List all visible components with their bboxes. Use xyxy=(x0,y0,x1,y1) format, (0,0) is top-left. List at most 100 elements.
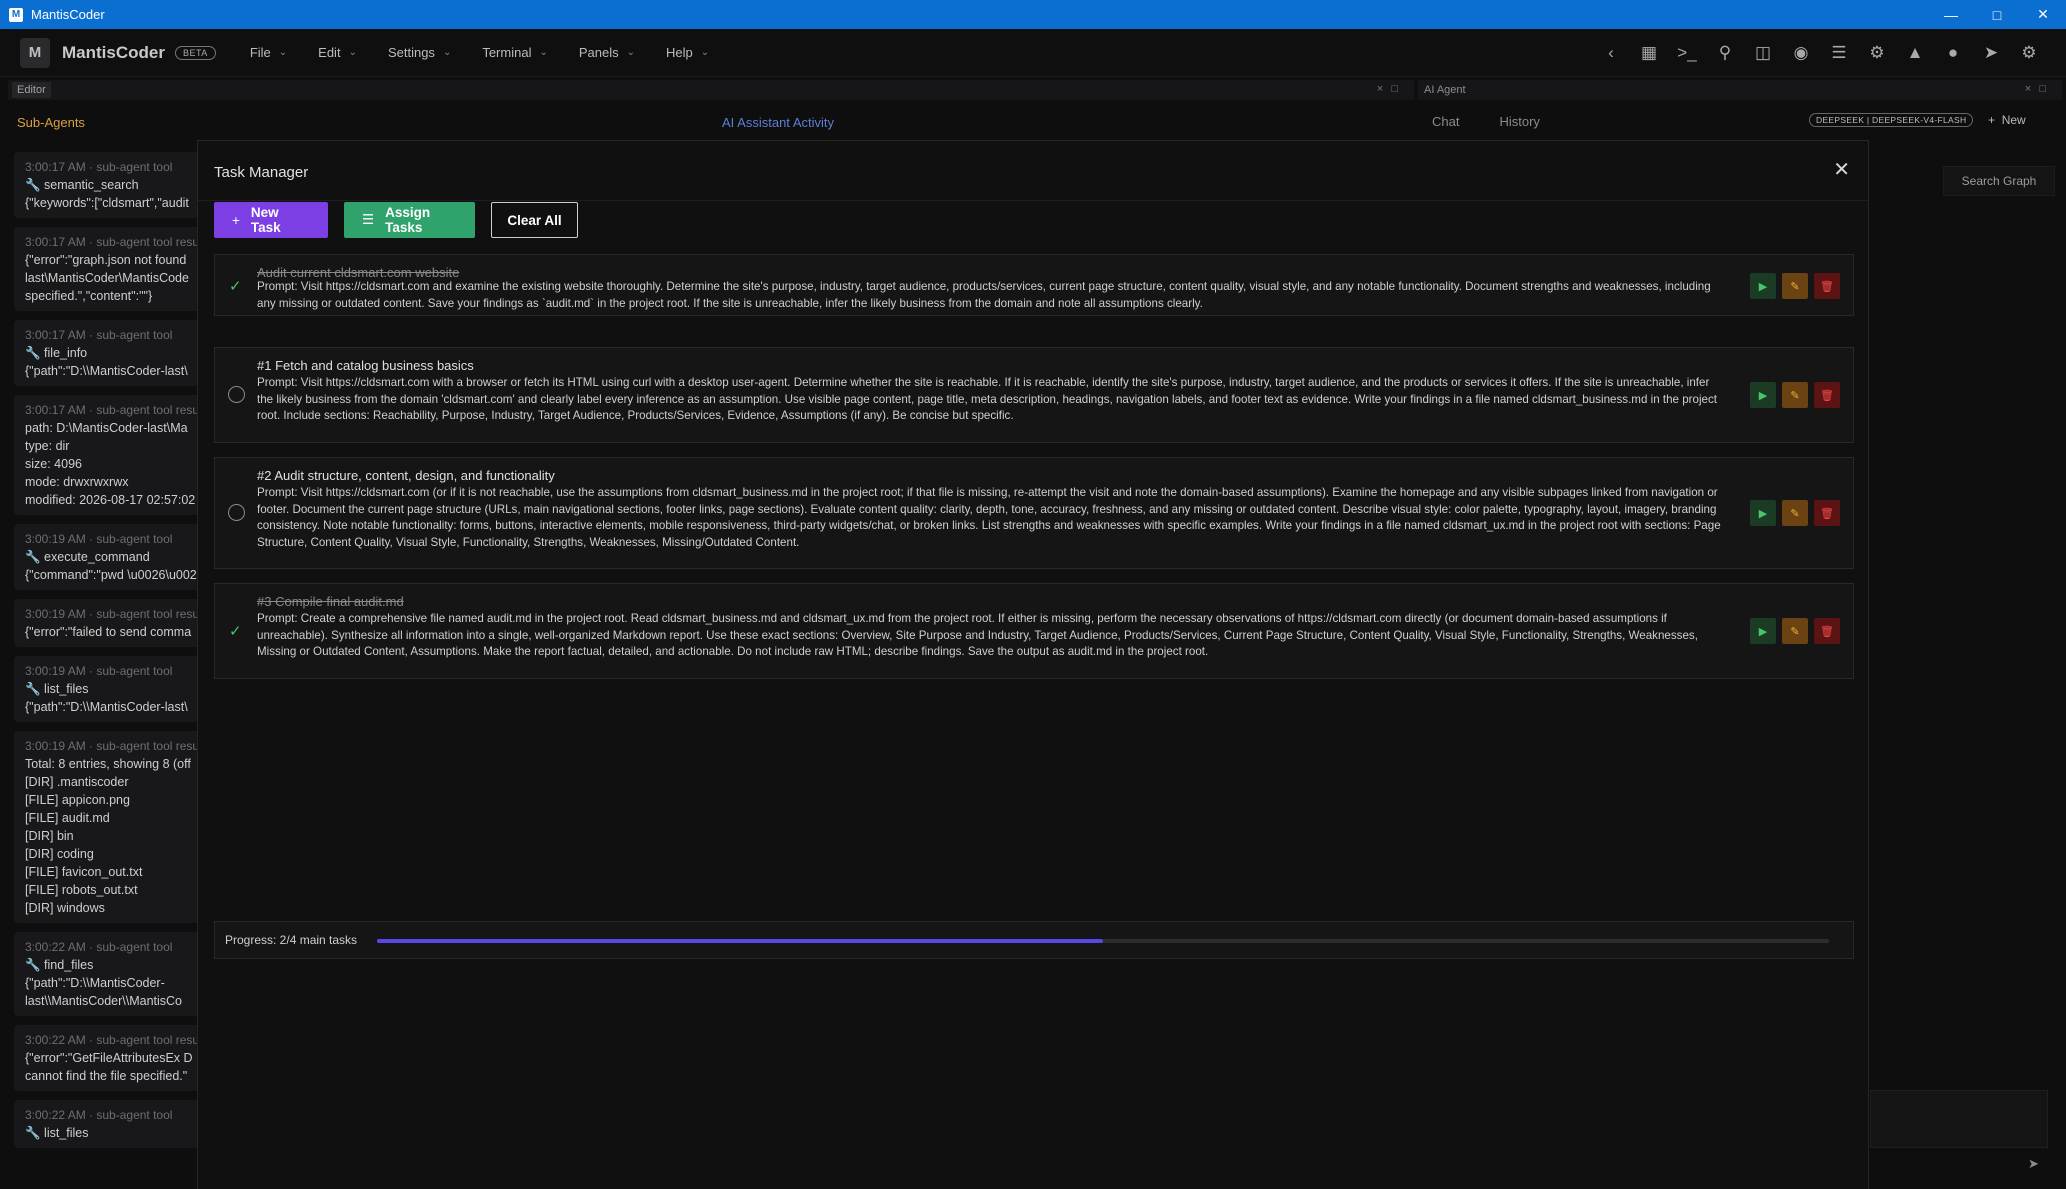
log-entry: 3:00:17 AM · sub-agent tool 🔧 semantic_se… xyxy=(14,152,204,218)
tab-chat[interactable]: Chat xyxy=(1432,114,1459,129)
tab-history[interactable]: History xyxy=(1499,114,1539,129)
log-line: 🔧 list_files xyxy=(25,682,89,696)
search-graph-button[interactable]: Search Graph xyxy=(1943,166,2055,196)
log-line: modified: 2026-08-17 02:57:02 xyxy=(25,493,196,507)
edit-icon[interactable]: ✎ xyxy=(1782,618,1808,644)
app-icon: M xyxy=(9,7,23,22)
maximize-icon[interactable]: □ xyxy=(1974,0,2020,29)
chevron-left-icon[interactable]: ‹ xyxy=(1592,43,1630,63)
chevron-down-icon: ⌄ xyxy=(442,47,452,58)
task-prompt: Prompt: Visit https://cldsmart.com and e… xyxy=(257,280,1711,310)
task-radio[interactable] xyxy=(228,386,245,403)
search-icon[interactable]: ⚲ xyxy=(1706,43,1744,63)
trash-icon[interactable]: 🗑 xyxy=(1814,500,1840,526)
task-actions-row: + New Task ☰ Assign Tasks Clear All xyxy=(214,202,594,238)
app-logo: M xyxy=(20,37,50,68)
log-line: Total: 8 entries, showing 8 (off xyxy=(25,757,191,771)
log-entry: 3:00:19 AM · sub-agent tool 🔧 execute_com… xyxy=(14,524,204,590)
split-panel-icon[interactable]: ◫ xyxy=(1744,43,1782,63)
minimize-icon[interactable]: — xyxy=(1928,0,1974,29)
menu-bar: M MantisCoder BETA File ⌄ Edit ⌄ Settings ⌄… xyxy=(0,29,2066,77)
trash-icon[interactable]: 🗑 xyxy=(1814,382,1840,408)
plus-icon: + xyxy=(232,212,240,228)
check-icon[interactable]: ✓ xyxy=(229,622,242,640)
gear-icon[interactable]: ⚙ xyxy=(2010,43,2048,63)
menu-panels[interactable]: Panels ⌄ xyxy=(579,45,635,60)
flask-icon[interactable]: ▲ xyxy=(1896,43,1934,63)
menu-edit[interactable]: Edit ⌄ xyxy=(318,45,357,60)
log-timestamp: 3:00:17 AM · sub-agent tool xyxy=(25,328,173,342)
play-icon[interactable]: ▶ xyxy=(1750,500,1776,526)
agent-panel-header: AI Agent ×□ xyxy=(1418,80,2062,100)
log-line: path: D:\MantisCoder-last\Ma xyxy=(25,421,188,435)
check-icon[interactable]: ✓ xyxy=(229,277,242,295)
log-entry: 3:00:22 AM · sub-agent tool resu {"error"… xyxy=(14,1025,204,1091)
assign-tasks-button[interactable]: ☰ Assign Tasks xyxy=(344,202,475,238)
modal-title: Task Manager xyxy=(214,164,309,181)
close-window-icon[interactable]: ✕ xyxy=(2020,0,2066,29)
task-prompt: Prompt: Visit https://cldsmart.com with … xyxy=(257,376,1717,422)
task-radio[interactable] xyxy=(228,504,245,521)
subagents-title: Sub-Agents xyxy=(17,115,85,130)
log-line: 🔧 execute_command xyxy=(25,550,150,564)
progress-fill xyxy=(377,939,1103,943)
chevron-down-icon: ⌄ xyxy=(539,47,548,58)
play-icon[interactable]: ▶ xyxy=(1750,382,1776,408)
task-title: Audit current cldsmart.com website xyxy=(257,265,460,280)
robot-icon[interactable]: ● xyxy=(1934,43,1972,63)
log-line: [FILE] favicon_out.txt xyxy=(25,865,143,879)
menu-settings[interactable]: Settings ⌄ xyxy=(388,45,451,60)
progress-label: Progress: 2/4 main tasks xyxy=(225,933,358,947)
eye-icon[interactable]: ◉ xyxy=(1782,43,1820,63)
task-row-actions: ▶ ✎ 🗑 xyxy=(1744,273,1840,299)
calendar-icon[interactable]: ▦ xyxy=(1630,43,1668,63)
close-icon[interactable]: ✕ xyxy=(1833,157,1850,182)
log-line: {"error":"GetFileAttributesEx D xyxy=(25,1051,193,1065)
chevron-down-icon: ⌄ xyxy=(700,47,710,58)
send-icon[interactable]: ➤ xyxy=(2028,1156,2039,1172)
menu-help[interactable]: Help ⌄ xyxy=(666,45,709,60)
task-manager-modal: Task Manager ✕ + New Task ☰ Assign Tasks… xyxy=(197,140,1869,1189)
bug-icon[interactable]: ⚙ xyxy=(1858,43,1896,63)
menu-terminal[interactable]: Terminal ⌄ xyxy=(482,45,548,60)
trash-icon[interactable]: 🗑 xyxy=(1814,618,1840,644)
panel-controls[interactable]: ×□ xyxy=(1377,83,1406,95)
log-entry: 3:00:17 AM · sub-agent tool 🔧 file_info {"… xyxy=(14,320,204,386)
new-chat-button[interactable]: + New xyxy=(1988,113,2026,127)
log-line: {"keywords":["cldsmart","audit xyxy=(25,196,189,210)
new-task-button[interactable]: + New Task xyxy=(214,202,328,238)
log-entry: 3:00:17 AM · sub-agent tool resu path: D:… xyxy=(14,395,204,515)
panel-controls[interactable]: ×□ xyxy=(2025,83,2054,95)
log-line: [FILE] robots_out.txt xyxy=(25,883,138,897)
log-line: {"command":"pwd \u0026\u0026 xyxy=(25,568,204,582)
edit-icon[interactable]: ✎ xyxy=(1782,382,1808,408)
terminal-icon[interactable]: >_ xyxy=(1668,43,1706,63)
log-timestamp: 3:00:19 AM · sub-agent tool xyxy=(25,664,173,678)
toolbar-icons: ‹ ▦ >_ ⚲ ◫ ◉ ☰ ⚙ ▲ ● ➤ ⚙ xyxy=(1592,29,2048,77)
trash-icon[interactable]: 🗑 xyxy=(1814,273,1840,299)
task-card: ✓ Audit current cldsmart.com website Pro… xyxy=(214,254,1854,316)
log-line: mode: drwxrwxrwx xyxy=(25,475,129,489)
log-timestamp: 3:00:19 AM · sub-agent tool resu xyxy=(25,607,200,621)
editor-tab[interactable]: Editor xyxy=(12,82,51,98)
list-icon: ☰ xyxy=(362,212,375,227)
log-timestamp: 3:00:17 AM · sub-agent tool resu xyxy=(25,403,200,417)
task-card: ✓ #3 Compile final audit.md Prompt: Crea… xyxy=(214,583,1854,679)
subagent-log: 3:00:17 AM · sub-agent tool 🔧 semantic_se… xyxy=(14,152,204,1189)
log-line: [DIR] windows xyxy=(25,901,105,915)
log-timestamp: 3:00:19 AM · sub-agent tool resu xyxy=(25,739,200,753)
edit-icon[interactable]: ✎ xyxy=(1782,500,1808,526)
window-controls: — □ ✕ xyxy=(1928,0,2066,29)
brand-name: MantisCoder xyxy=(62,42,165,62)
log-entry: 3:00:17 AM · sub-agent tool resu {"error"… xyxy=(14,227,204,311)
checklist-icon[interactable]: ☰ xyxy=(1820,43,1858,63)
edit-icon[interactable]: ✎ xyxy=(1782,273,1808,299)
play-icon[interactable]: ▶ xyxy=(1750,618,1776,644)
progress-track xyxy=(377,939,1829,943)
rocket-icon[interactable]: ➤ xyxy=(1972,43,2010,63)
play-icon[interactable]: ▶ xyxy=(1750,273,1776,299)
model-badge[interactable]: DEEPSEEK | DEEPSEEK-V4-FLASH xyxy=(1809,113,1974,127)
clear-all-button[interactable]: Clear All xyxy=(491,202,578,238)
chat-input[interactable] xyxy=(1870,1090,2048,1148)
menu-file[interactable]: File ⌄ xyxy=(250,45,287,60)
